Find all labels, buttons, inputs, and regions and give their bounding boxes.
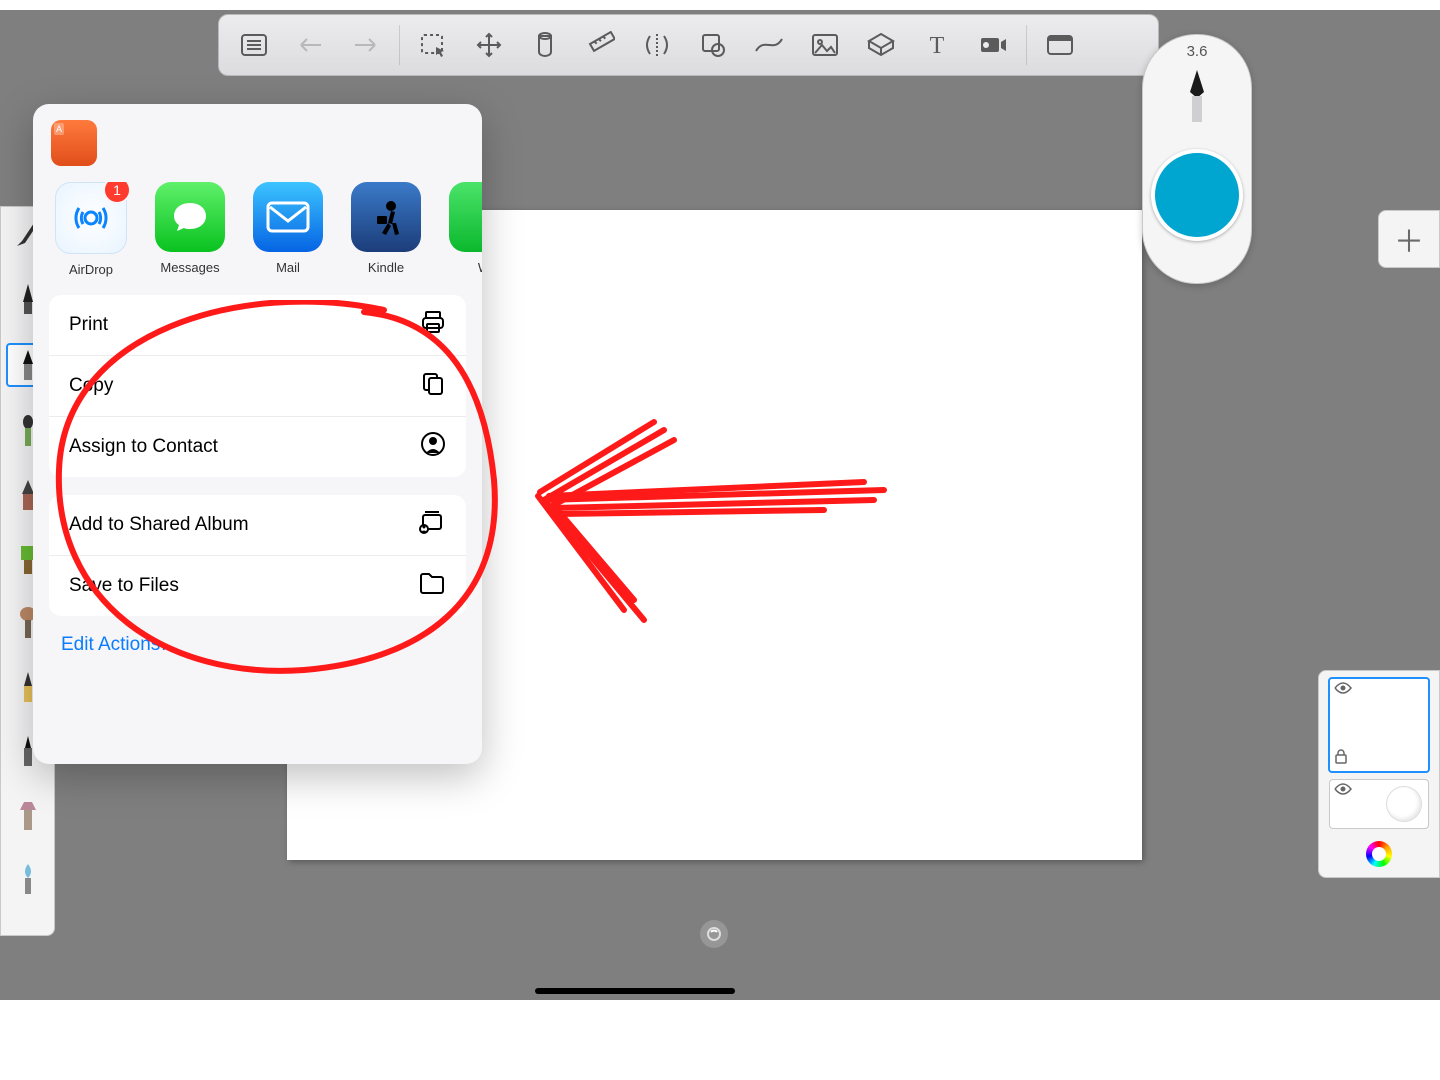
share-action-print[interactable]: Print — [49, 295, 466, 356]
share-action-shared-album[interactable]: Add to Shared Album — [49, 495, 466, 556]
toolbar-fullscreen-button[interactable] — [1035, 22, 1085, 68]
share-sheet: A 1 AirDrop Messages Mail Kindle — [33, 104, 482, 764]
share-action-copy[interactable]: Copy — [49, 356, 466, 417]
toolbar-text-button[interactable]: T — [912, 22, 962, 68]
next-app-icon — [449, 182, 482, 252]
share-action-group-1: Print Copy Assign to Contact — [49, 295, 466, 477]
action-label: Save to Files — [69, 575, 179, 597]
copy-icon — [420, 370, 446, 402]
share-app-label: Mail — [276, 260, 300, 275]
share-app-kindle[interactable]: Kindle — [351, 182, 421, 277]
brush-tool-10[interactable] — [8, 795, 48, 835]
toolbar-select-button[interactable] — [408, 22, 458, 68]
shared-album-icon — [418, 509, 446, 541]
visibility-icon[interactable] — [1334, 782, 1352, 801]
toolbar-fill-button[interactable] — [520, 22, 570, 68]
source-app-icon: A — [51, 120, 97, 166]
action-label: Copy — [69, 375, 113, 397]
share-app-label: Kindle — [368, 260, 404, 275]
layer-1[interactable] — [1328, 677, 1430, 773]
toolbar-transform-button[interactable] — [464, 22, 514, 68]
plus-icon: ＋ — [1394, 217, 1424, 261]
background-color-icon — [1386, 786, 1422, 822]
brush-size-label: 3.6 — [1187, 43, 1208, 60]
print-icon — [420, 309, 446, 341]
action-label: Add to Shared Album — [69, 514, 249, 536]
add-layer-button[interactable]: ＋ — [1378, 210, 1440, 268]
share-app-more[interactable]: W — [449, 182, 482, 277]
toolbar-perspective-button[interactable] — [856, 22, 906, 68]
brush-tool-11[interactable] — [8, 859, 48, 899]
toolbar-image-button[interactable] — [800, 22, 850, 68]
share-app-label: AirDrop — [69, 262, 113, 277]
share-action-assign-contact[interactable]: Assign to Contact — [49, 417, 466, 477]
share-action-group-2: Add to Shared Album Save to Files — [49, 495, 466, 616]
toolbar-ruler-button[interactable] — [576, 22, 626, 68]
share-app-label: W — [478, 260, 482, 275]
color-wheel-icon — [1366, 841, 1392, 867]
toolbar-symmetry-button[interactable] — [632, 22, 682, 68]
letterbox-top — [0, 0, 1440, 10]
brush-puck[interactable]: 3.6 — [1142, 34, 1252, 284]
current-color-swatch[interactable] — [1151, 149, 1243, 241]
toolbar-separator — [1026, 25, 1027, 65]
share-app-row: 1 AirDrop Messages Mail Kindle — [33, 182, 482, 277]
share-app-airdrop[interactable]: 1 AirDrop — [55, 182, 127, 277]
toolbar-redo-button[interactable] — [341, 22, 391, 68]
svg-text:T: T — [930, 33, 945, 57]
share-action-save-files[interactable]: Save to Files — [49, 556, 466, 616]
layer-background[interactable] — [1329, 779, 1429, 829]
share-app-messages[interactable]: Messages — [155, 182, 225, 277]
action-label: Assign to Contact — [69, 436, 218, 458]
color-picker-button[interactable] — [1366, 841, 1392, 867]
toolbar-shape-button[interactable] — [688, 22, 738, 68]
share-app-mail[interactable]: Mail — [253, 182, 323, 277]
pen-nib-icon — [1182, 66, 1212, 131]
lock-icon[interactable] — [1334, 748, 1348, 769]
toolbar-separator — [399, 25, 400, 65]
mail-icon — [253, 182, 323, 252]
toolbar-timelapse-button[interactable] — [968, 22, 1018, 68]
bottom-handle[interactable] — [700, 920, 728, 948]
layers-panel — [1318, 670, 1440, 878]
toolbar-list-button[interactable] — [229, 22, 279, 68]
action-label: Print — [69, 314, 108, 336]
share-sheet-header: A — [33, 104, 482, 182]
visibility-icon[interactable] — [1334, 681, 1352, 700]
share-app-label: Messages — [160, 260, 219, 275]
home-indicator — [535, 988, 735, 994]
kindle-icon — [351, 182, 421, 252]
contact-icon — [420, 431, 446, 463]
messages-icon — [155, 182, 225, 252]
toolbar-stroke-button[interactable] — [744, 22, 794, 68]
letterbox-bottom — [0, 1000, 1440, 1080]
toolbar-undo-button[interactable] — [285, 22, 335, 68]
edit-actions-link[interactable]: Edit Actions… — [61, 634, 482, 656]
top-toolbar: T — [218, 14, 1159, 76]
folder-icon — [418, 571, 446, 601]
